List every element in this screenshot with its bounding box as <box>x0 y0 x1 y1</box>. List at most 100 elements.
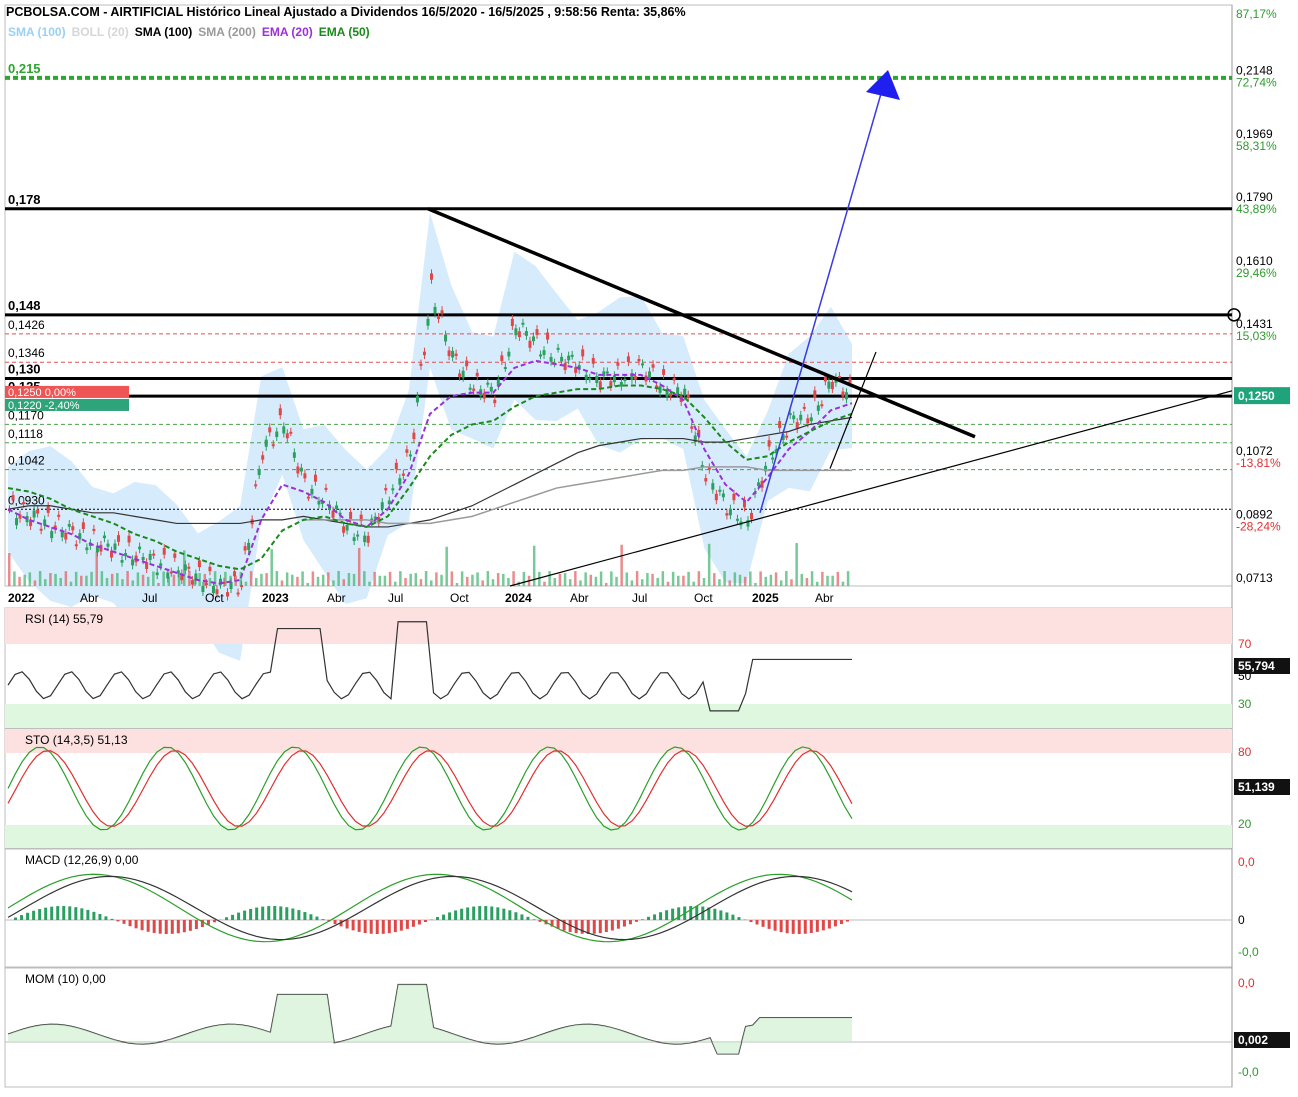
candle-body <box>233 571 236 576</box>
candle-body <box>806 418 809 423</box>
volume-bar <box>270 549 273 586</box>
volume-bar <box>785 571 788 586</box>
candle-body <box>588 378 591 380</box>
candle-body <box>12 495 15 500</box>
volume-bar <box>615 577 618 586</box>
macd-histogram-bar <box>647 917 650 920</box>
volume-bar <box>584 572 587 586</box>
candle-body <box>539 354 542 356</box>
candle-body <box>536 329 539 335</box>
volume-bar <box>23 575 26 586</box>
x-axis-label: Jul <box>388 591 403 605</box>
volume-bar <box>770 575 773 586</box>
volume-bar <box>765 577 768 586</box>
candle-body <box>36 509 39 513</box>
mom-level: 0,0 <box>1238 976 1255 990</box>
candle-body <box>177 570 180 573</box>
candle-body <box>616 362 619 365</box>
macd-histogram-bar <box>370 920 373 934</box>
volume-bar <box>137 572 140 586</box>
legend-item[interactable]: SMA (100) <box>8 25 66 39</box>
candle-body <box>303 473 306 478</box>
volume-bar <box>90 572 93 586</box>
candle-body <box>585 375 588 380</box>
volume-bar <box>49 573 52 586</box>
legend-item[interactable]: BOLL (20) <box>72 25 129 39</box>
macd-histogram-bar <box>86 910 89 920</box>
candle-body <box>659 386 662 393</box>
macd-histogram-bar <box>641 919 644 920</box>
candle-body <box>543 350 546 355</box>
volume-bar <box>646 573 649 586</box>
candle-body <box>156 572 159 575</box>
candle-body <box>768 440 771 446</box>
macd-histogram-bar <box>26 913 29 920</box>
candle-body <box>103 536 106 539</box>
volume-bar <box>466 577 469 586</box>
macd-histogram-bar <box>442 915 445 920</box>
legend-item[interactable]: SMA (200) <box>198 25 256 39</box>
volume-bar <box>291 575 294 586</box>
volume-bar <box>667 582 670 586</box>
macd-histogram-bar <box>147 920 150 932</box>
candle-body <box>208 567 211 571</box>
panel-frame <box>5 968 1232 1087</box>
sto-k-line <box>8 747 852 830</box>
candle-body <box>725 513 728 515</box>
legend-item[interactable]: SMA (100) <box>135 25 193 39</box>
candle-body <box>627 356 630 362</box>
macd-histogram-bar <box>822 920 825 930</box>
candle-body <box>476 373 479 376</box>
legend-item[interactable]: EMA (50) <box>319 25 370 39</box>
candle-body <box>237 593 240 595</box>
volume-bar <box>306 583 309 586</box>
candle-body <box>121 560 124 563</box>
candle-body <box>455 354 458 356</box>
macd-line <box>8 874 852 941</box>
macd-histogram-bar <box>466 907 469 920</box>
volume-bar <box>13 571 16 586</box>
level-label: 0,178 <box>8 192 41 207</box>
macd-histogram-bar <box>659 912 662 920</box>
candle-body <box>50 531 53 538</box>
candle-body <box>592 358 595 364</box>
macd-histogram-bar <box>195 920 198 929</box>
macd-histogram-bar <box>412 920 415 927</box>
candle-body <box>676 387 679 394</box>
volume-bar <box>126 571 128 586</box>
macd-histogram-bar <box>243 911 246 920</box>
volume-bar <box>317 577 320 586</box>
volume-bar <box>795 543 798 586</box>
volume-bar <box>327 572 330 586</box>
candle-body <box>349 512 352 519</box>
macd-histogram-bar <box>737 917 740 920</box>
volume-bar <box>80 576 83 586</box>
candle-body <box>166 572 169 578</box>
candle-body <box>92 529 95 531</box>
rsi-title: RSI (14) 55,79 <box>25 612 103 626</box>
candle-body <box>652 364 655 367</box>
macd-histogram-bar <box>68 906 71 920</box>
candle-body <box>557 348 560 350</box>
candle-body <box>599 381 602 388</box>
macd-histogram-bar <box>436 917 439 920</box>
rsi-level: 70 <box>1238 637 1252 651</box>
macd-histogram-bar <box>62 906 65 920</box>
macd-histogram-bar <box>315 917 318 920</box>
volume-bar <box>559 574 562 586</box>
macd-histogram-bar <box>484 906 487 920</box>
candle-body <box>799 415 802 421</box>
volume-bar <box>512 571 515 586</box>
candle-body <box>729 509 732 516</box>
x-axis-label: Abr <box>815 591 834 605</box>
volume-bar <box>394 582 397 586</box>
volume-bar <box>569 579 572 586</box>
volume-bar <box>363 571 366 586</box>
volume-bar <box>641 579 644 586</box>
legend-item[interactable]: EMA (20) <box>262 25 313 39</box>
macd-histogram-bar <box>653 914 656 920</box>
macd-histogram-bar <box>810 920 813 933</box>
volume-bar <box>8 553 11 586</box>
x-axis-label: Oct <box>205 591 224 605</box>
volume-bar <box>816 582 819 586</box>
